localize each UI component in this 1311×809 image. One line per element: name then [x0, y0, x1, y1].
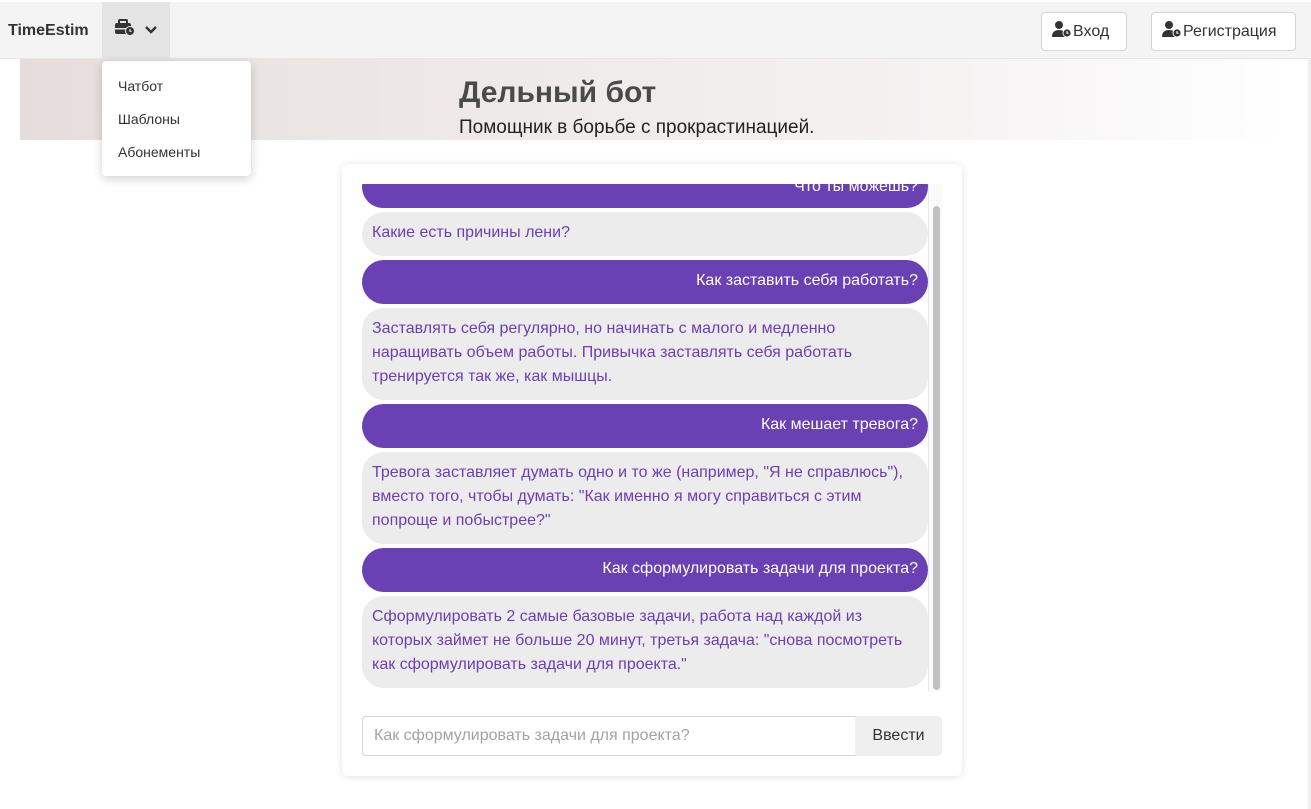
user-message: Как заставить себя работать? [362, 260, 928, 304]
register-label: Регистрация [1183, 22, 1277, 40]
chat-scrollbar[interactable] [928, 184, 942, 692]
top-navbar: TimeEstim Вход Регистрация [0, 2, 1311, 59]
toolbox-clock-icon [114, 19, 136, 42]
page-subtitle: Помощник в борьбе с прокрастинацией. [459, 117, 815, 138]
menu-item-subscriptions[interactable]: Абонементы [118, 144, 200, 160]
menu-item-chatbot[interactable]: Чатбот [118, 78, 163, 94]
page-title: Дельный бот [459, 76, 657, 109]
login-label: Вход [1073, 22, 1110, 40]
menu-item-templates[interactable]: Шаблоны [118, 111, 180, 127]
user-message: Что ты можешь? [362, 184, 928, 208]
tools-menu-toggle[interactable] [102, 2, 170, 59]
user-clock-icon [1162, 20, 1182, 43]
chat-card: Что ты можешь? Какие есть причины лени? … [342, 164, 962, 776]
chat-scrollbar-thumb[interactable] [933, 206, 940, 690]
bot-message: Заставлять себя регулярно, но начинать с… [362, 308, 928, 400]
send-button[interactable]: Ввести [855, 716, 942, 756]
chevron-down-icon [144, 22, 158, 40]
bot-message: Тревога заставляет думать одно и то же (… [362, 452, 928, 544]
user-message: Как мешает тревога? [362, 404, 928, 448]
bot-message: Какие есть причины лени? [362, 212, 928, 256]
register-button[interactable]: Регистрация [1151, 12, 1296, 51]
bot-message: Сформулировать 2 самые базовые задачи, р… [362, 596, 928, 688]
user-clock-icon [1052, 20, 1072, 43]
brand-logo[interactable]: TimeEstim [8, 22, 89, 40]
user-message: Как сформулировать задачи для проекта? [362, 548, 928, 592]
chat-input[interactable] [362, 716, 856, 756]
chat-messages[interactable]: Что ты можешь? Какие есть причины лени? … [362, 184, 942, 692]
tools-dropdown-menu: Чатбот Шаблоны Абонементы [102, 61, 251, 176]
chat-input-row: Ввести [362, 716, 942, 756]
login-button[interactable]: Вход [1041, 12, 1127, 51]
